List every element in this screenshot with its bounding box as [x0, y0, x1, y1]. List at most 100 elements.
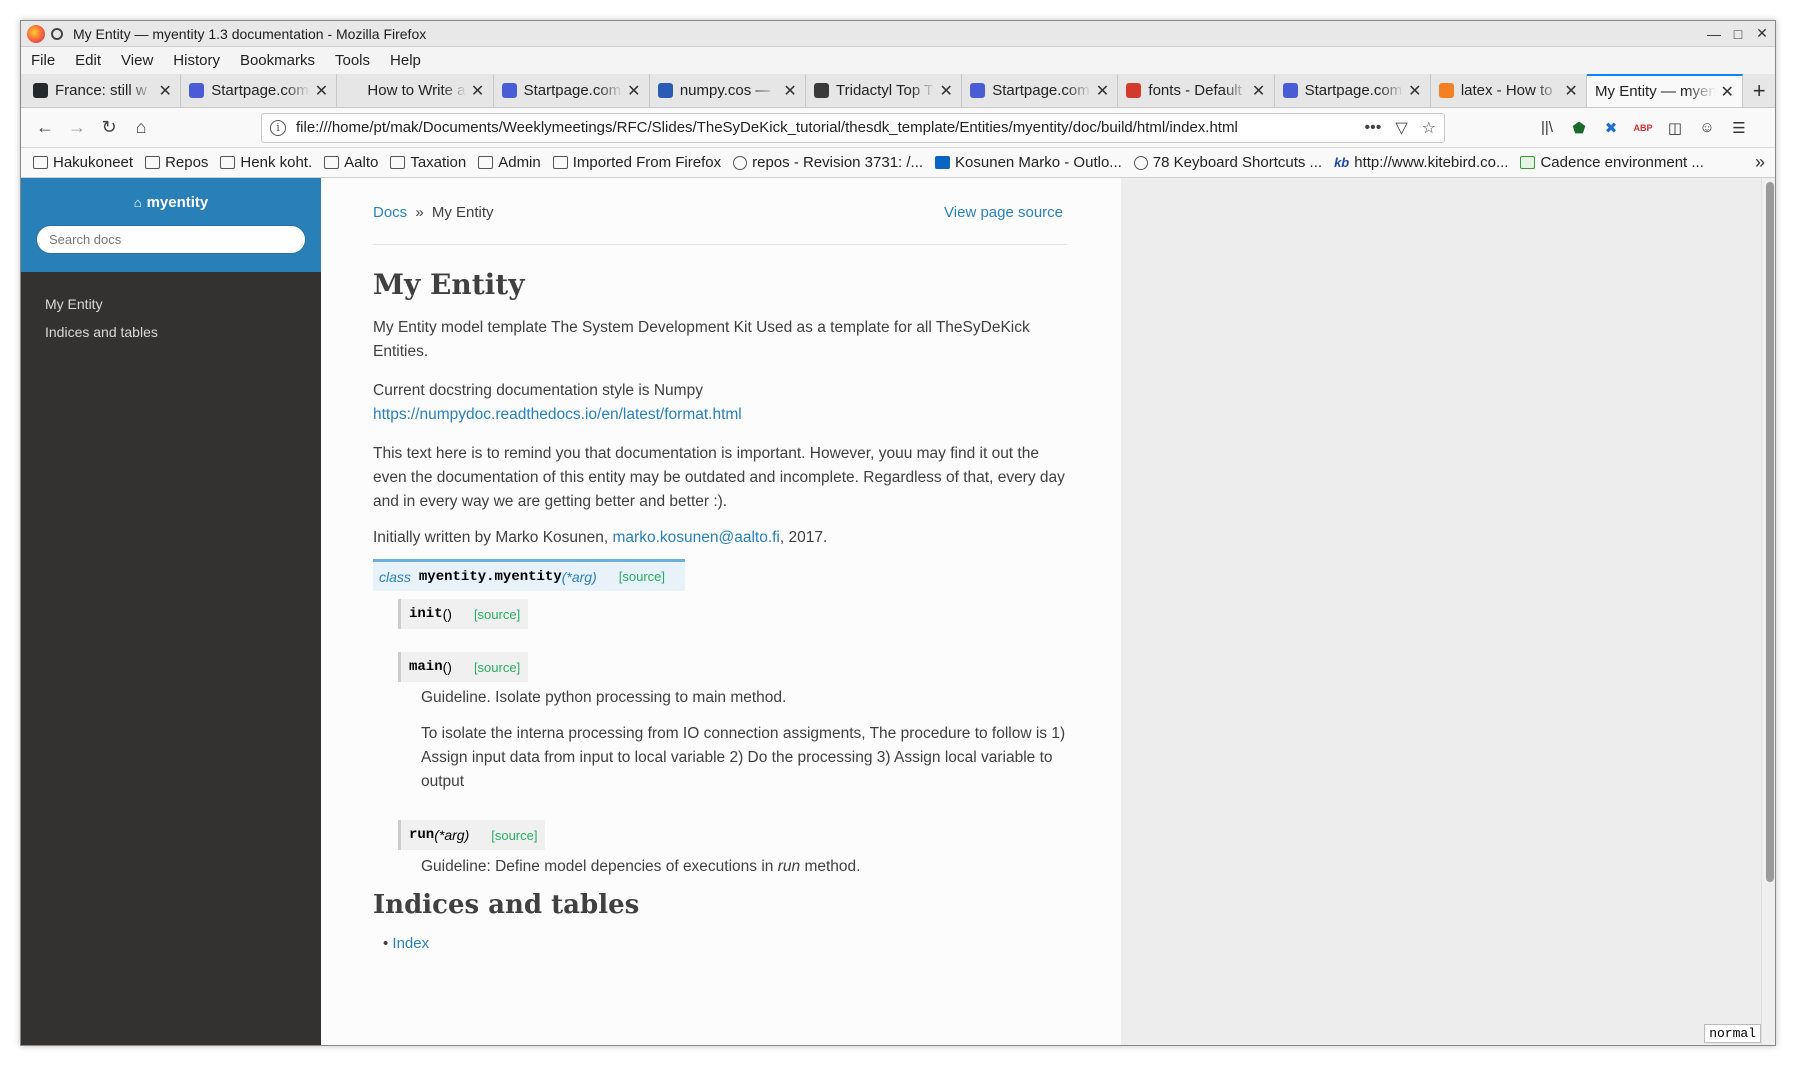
menu-file[interactable]: File — [31, 52, 55, 69]
bookmark-item[interactable]: Henk koht. — [220, 154, 312, 171]
home-icon[interactable]: ⌂ — [125, 112, 157, 144]
sidebar-toggle-icon[interactable]: ◫ — [1659, 112, 1691, 144]
menu-history[interactable]: History — [173, 52, 220, 69]
bookmarks-overflow-icon[interactable]: » — [1755, 152, 1765, 173]
browser-tab[interactable]: numpy.cos — ✕ — [650, 74, 807, 107]
menu-bookmarks[interactable]: Bookmarks — [240, 52, 315, 69]
url-text[interactable]: file:///home/pt/mak/Documents/Weeklymeet… — [296, 119, 1351, 136]
bookmark-item[interactable]: repos - Revision 3731: /... — [733, 154, 923, 171]
tab-label[interactable]: Startpage.com — [1305, 82, 1404, 99]
tab-label[interactable]: fonts - Default — [1148, 82, 1247, 99]
tab-label[interactable]: numpy.cos — — [680, 82, 779, 99]
bookmark-label[interactable]: Kosunen Marko - Outlo... — [955, 154, 1122, 171]
tab-label[interactable]: Tridactyl Top T — [836, 82, 935, 99]
close-tab-icon[interactable]: ✕ — [158, 81, 172, 101]
browser-tab[interactable]: Startpage.com ✕ — [1275, 74, 1431, 107]
minimize-button[interactable]: — — [1703, 26, 1725, 42]
bookmark-label[interactable]: Hakukoneet — [53, 154, 133, 171]
bookmark-item[interactable]: Taxation — [390, 154, 466, 171]
menu-view[interactable]: View — [121, 52, 153, 69]
method-source-link[interactable]: [source] — [474, 607, 520, 622]
method-source-link[interactable]: [source] — [491, 828, 537, 843]
close-tab-icon[interactable]: ✕ — [627, 81, 641, 101]
url-bar[interactable]: i file:///home/pt/mak/Documents/Weeklyme… — [261, 112, 1445, 143]
new-tab-button[interactable]: + — [1743, 74, 1775, 107]
bookmark-label[interactable]: Aalto — [344, 154, 378, 171]
forward-icon[interactable]: → — [61, 112, 93, 144]
browser-tab[interactable]: fonts - Default ✕ — [1118, 74, 1275, 107]
scrollbar-thumb[interactable] — [1766, 182, 1774, 882]
reload-icon[interactable]: ↻ — [93, 112, 125, 144]
browser-tab[interactable]: My Entity — myen ✕ — [1587, 74, 1744, 107]
pin-icon[interactable] — [51, 27, 63, 40]
bookmark-label[interactable]: http://www.kitebird.co... — [1354, 154, 1508, 171]
sidebar-item-my-entity[interactable]: My Entity — [21, 290, 321, 318]
close-tab-icon[interactable]: ✕ — [1408, 81, 1422, 101]
bookmark-item[interactable]: Kosunen Marko - Outlo... — [935, 154, 1122, 171]
bookmark-item[interactable]: Admin — [478, 154, 541, 171]
close-tab-icon[interactable]: ✕ — [471, 81, 485, 101]
menu-help[interactable]: Help — [390, 52, 421, 69]
bookmark-item[interactable]: kb http://www.kitebird.co... — [1334, 154, 1508, 171]
tab-label[interactable]: France: still w — [55, 82, 154, 99]
search-docs-input[interactable] — [36, 225, 306, 254]
menu-tools[interactable]: Tools — [335, 52, 370, 69]
privacy-badger-icon[interactable]: ⬟ — [1563, 112, 1595, 144]
close-tab-icon[interactable]: ✕ — [1252, 81, 1266, 101]
site-info-icon[interactable]: i — [270, 119, 286, 136]
browser-tab[interactable]: latex - How to ✕ — [1431, 74, 1588, 107]
pocket-icon[interactable]: ▽ — [1395, 118, 1407, 138]
close-tab-icon[interactable]: ✕ — [1564, 81, 1578, 101]
close-tab-icon[interactable]: ✕ — [939, 81, 953, 101]
index-link[interactable]: Index — [392, 935, 429, 952]
bookmark-label[interactable]: Henk koht. — [240, 154, 312, 171]
vertical-scrollbar[interactable] — [1761, 178, 1775, 1045]
bookmark-label[interactable]: 78 Keyboard Shortcuts ... — [1153, 154, 1322, 171]
numpydoc-link[interactable]: https://numpydoc.readthedocs.io/en/lates… — [373, 406, 742, 423]
browser-tab[interactable]: France: still w ✕ — [25, 74, 182, 107]
bookmark-item[interactable]: Cadence environment ... — [1520, 154, 1704, 171]
menu-edit[interactable]: Edit — [75, 52, 101, 69]
browser-tab[interactable]: Startpage.com ✕ — [494, 74, 650, 107]
browser-tab[interactable]: How to Write a Gi ✕ — [337, 74, 494, 107]
view-page-source-link[interactable]: View page source — [944, 204, 1063, 221]
bookmark-label[interactable]: Cadence environment ... — [1540, 154, 1703, 171]
bookmark-item[interactable]: Aalto — [324, 154, 378, 171]
tab-label[interactable]: How to Write a Gi — [367, 82, 466, 99]
bookmark-label[interactable]: Repos — [165, 154, 208, 171]
browser-tab[interactable]: Startpage.com ✕ — [181, 74, 338, 107]
tab-label[interactable]: Startpage.com — [524, 82, 623, 99]
tab-label[interactable]: latex - How to — [1461, 82, 1560, 99]
hamburger-menu-icon[interactable]: ☰ — [1723, 112, 1755, 144]
bookmark-item[interactable]: Hakukoneet — [33, 154, 133, 171]
extension-icon[interactable]: ✖ — [1595, 112, 1627, 144]
back-icon[interactable]: ← — [29, 112, 61, 144]
author-email-link[interactable]: marko.kosunen@aalto.fi — [613, 529, 780, 546]
bookmark-item[interactable]: Repos — [145, 154, 208, 171]
method-source-link[interactable]: [source] — [474, 660, 520, 675]
bookmark-label[interactable]: Admin — [498, 154, 541, 171]
bookmark-label[interactable]: Imported From Firefox — [573, 154, 721, 171]
tab-label[interactable]: Startpage.com — [211, 82, 310, 99]
breadcrumb-docs-link[interactable]: Docs — [373, 204, 407, 221]
account-icon[interactable]: ☺ — [1691, 112, 1723, 144]
project-home-link[interactable]: ⌂ myentity — [21, 194, 321, 211]
close-tab-icon[interactable]: ✕ — [1720, 82, 1734, 102]
maximize-button[interactable]: □ — [1727, 26, 1749, 42]
bookmark-star-icon[interactable]: ☆ — [1422, 118, 1436, 138]
library-icon[interactable]: ||\ — [1531, 112, 1563, 144]
tab-label[interactable]: My Entity — myen — [1595, 83, 1716, 100]
close-tab-icon[interactable]: ✕ — [314, 81, 328, 101]
bookmark-item[interactable]: 78 Keyboard Shortcuts ... — [1133, 154, 1322, 171]
adblock-icon[interactable]: ABP — [1627, 112, 1659, 144]
browser-tab[interactable]: Startpage.com ✕ — [962, 74, 1119, 107]
close-tab-icon[interactable]: ✕ — [1095, 81, 1109, 101]
project-name[interactable]: myentity — [147, 194, 209, 211]
close-tab-icon[interactable]: ✕ — [783, 81, 797, 101]
bookmark-label[interactable]: Taxation — [410, 154, 466, 171]
close-button[interactable]: ✕ — [1751, 25, 1773, 42]
sidebar-item-indices[interactable]: Indices and tables — [21, 318, 321, 346]
class-source-link[interactable]: [source] — [619, 569, 665, 584]
browser-tab[interactable]: Tridactyl Top T ✕ — [806, 74, 963, 107]
bookmark-label[interactable]: repos - Revision 3731: /... — [752, 154, 923, 171]
